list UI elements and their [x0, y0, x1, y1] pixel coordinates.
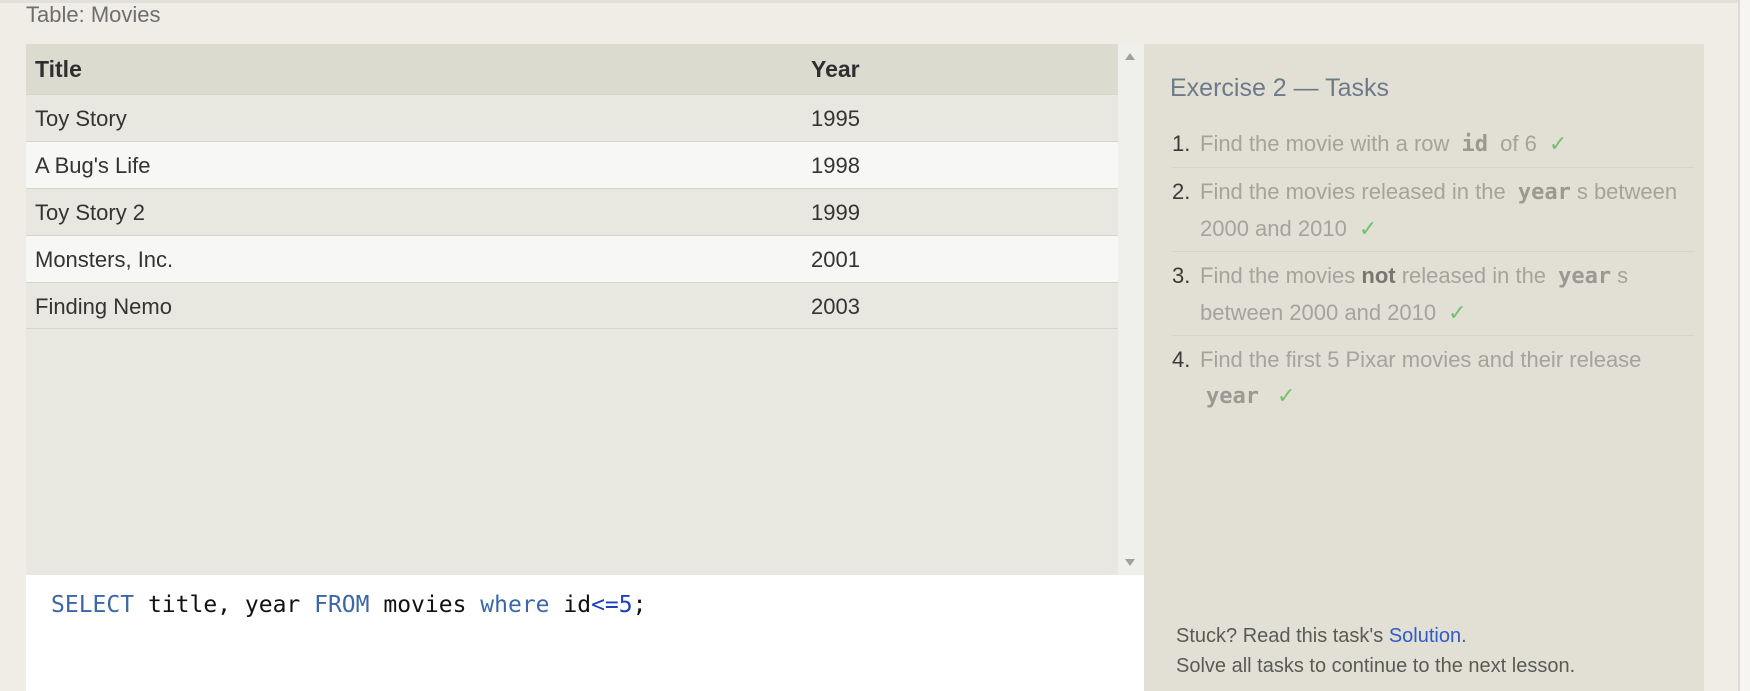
footer-text: . — [1461, 625, 1467, 647]
cell-title: Monsters, Inc. — [35, 247, 174, 272]
task-code: year — [1206, 384, 1259, 409]
table-header: Title Year — [26, 44, 1118, 94]
cell-year: 1998 — [811, 153, 860, 178]
table-scrollbar[interactable] — [1118, 44, 1144, 575]
task-number: 2. — [1172, 179, 1191, 204]
cell-year: 1995 — [811, 106, 860, 131]
task-item: 2. Find the movies released in the year s … — [1172, 174, 1694, 252]
table-row: A Bug's Life 1998 — [26, 141, 1118, 188]
cell-title: Toy Story 2 — [35, 200, 146, 225]
task-code: year — [1558, 264, 1612, 289]
table-row: Toy Story 2 1999 — [26, 188, 1118, 235]
task-item: 3. Find the movies not released in the ye… — [1172, 258, 1694, 336]
task-number: 3. — [1172, 263, 1191, 288]
task-text: Find the movies released in the — [1200, 179, 1512, 204]
sql-operator: <= — [591, 592, 619, 618]
scroll-up-arrow-icon[interactable] — [1125, 53, 1135, 60]
sql-keyword: SELECT — [51, 592, 135, 618]
task-item: 4. Find the first 5 Pixar movies and thei… — [1172, 342, 1694, 419]
sql-number: 5 — [618, 592, 633, 618]
query-editor[interactable]: SELECT title, year FROM movies where id<… — [26, 575, 1144, 691]
sql-table: movies — [369, 592, 481, 618]
sql-columns: title, year — [134, 592, 315, 618]
table-row: Monsters, Inc. 2001 — [26, 235, 1118, 282]
results-table: Title Year Toy Story 1995 A Bug's Life 1… — [26, 44, 1144, 575]
query-text[interactable]: SELECT title, year FROM movies where id<… — [51, 592, 647, 618]
sql-keyword: FROM — [314, 592, 370, 618]
footer-text: Stuck? Read this task's — [1176, 625, 1389, 647]
task-code: id — [1461, 132, 1489, 157]
cell-year: 1999 — [811, 200, 860, 225]
sql-column: id — [549, 592, 592, 618]
task-text: released in the — [1395, 263, 1553, 288]
table-row: Finding Nemo 2003 — [26, 282, 1118, 329]
task-item: 1. Find the movie with a row id of 6 ✓ — [1172, 126, 1694, 168]
cell-year: 2003 — [811, 294, 860, 319]
sql-keyword: where — [480, 592, 550, 618]
page-scrollbar[interactable] — [1738, 0, 1750, 691]
cell-title: A Bug's Life — [35, 153, 151, 178]
task-text: Find the movie with a row — [1200, 131, 1456, 156]
column-header-title: Title — [35, 56, 82, 82]
cell-title: Finding Nemo — [35, 294, 172, 319]
tasks-panel: Exercise 2 — Tasks 1. Find the movie with… — [1144, 44, 1704, 691]
next-lesson-hint: Solve all tasks to continue to the next … — [1176, 655, 1576, 677]
column-header-year: Year — [811, 56, 860, 82]
solution-link[interactable]: Solution — [1389, 625, 1461, 647]
table-caption: Table: Movies — [26, 2, 161, 27]
tasks-title: Exercise 2 — Tasks — [1170, 74, 1390, 102]
scroll-down-arrow-icon[interactable] — [1125, 559, 1135, 566]
task-code: year — [1517, 180, 1571, 205]
top-border — [0, 0, 1738, 3]
task-text: Find the first 5 Pixar movies and their … — [1200, 347, 1642, 372]
cell-title: Toy Story — [35, 106, 127, 131]
checkmark-icon: ✓ — [1276, 383, 1296, 408]
table-row: Toy Story 1995 — [26, 94, 1118, 141]
checkmark-icon: ✓ — [1358, 216, 1378, 241]
checkmark-icon: ✓ — [1448, 300, 1467, 325]
task-number: 4. — [1172, 347, 1191, 372]
task-emphasis: not — [1361, 263, 1396, 288]
cell-year: 2001 — [811, 247, 860, 272]
task-text: Find the movies — [1200, 263, 1362, 288]
task-list: 1. Find the movie with a row id of 6 ✓ 2. F… — [1172, 126, 1694, 425]
task-text: of 6 — [1494, 131, 1537, 156]
help-footer: Stuck? Read this task's Solution. Solve … — [1176, 621, 1575, 681]
sql-terminator: ; — [632, 592, 647, 618]
solution-line: Stuck? Read this task's Solution. — [1176, 621, 1575, 651]
task-number: 1. — [1172, 131, 1191, 156]
checkmark-icon: ✓ — [1548, 131, 1568, 156]
